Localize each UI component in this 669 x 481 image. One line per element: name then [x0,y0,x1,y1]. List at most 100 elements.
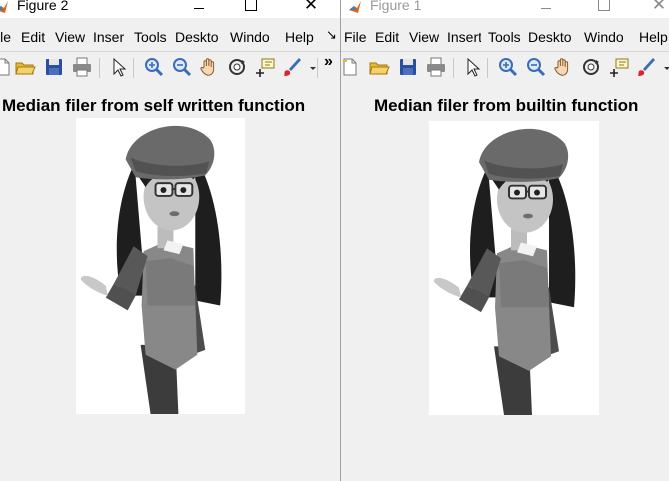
window-title: Figure 2 [17,0,69,13]
save-icon [46,59,62,75]
brush-dropdown[interactable] [302,56,316,78]
minimize-icon [541,8,551,9]
maximize-button[interactable] [589,0,619,16]
window-title: Figure 1 [370,0,422,13]
dropdown-arrow-icon [664,67,669,70]
rotate-3d-icon [583,59,599,75]
menu-divider [341,51,669,52]
menu-tools[interactable]: Tools [134,29,167,45]
menu-window[interactable]: Windo [584,29,624,45]
zoom-in-button[interactable] [143,56,165,78]
rotate-3d-icon [229,59,245,75]
toolbar-separator [99,58,100,78]
filtered-image [76,118,245,414]
data-cursor-button[interactable] [254,56,276,78]
rotate-3d-button[interactable] [226,56,248,78]
pointer-button[interactable] [108,56,130,78]
dropdown-arrow-icon [310,67,316,70]
menu-desktop[interactable]: Deskto [175,29,219,45]
print-icon [73,57,91,77]
pointer-icon [467,57,481,77]
title-bar[interactable]: Figure 2 ✕ [0,0,340,18]
maximize-icon [245,0,257,11]
filtered-image [429,121,599,415]
zoom-in-icon [499,58,518,77]
menu-help[interactable]: Help [639,29,668,45]
menu-tools[interactable]: Tools [488,29,522,45]
menu-edit[interactable]: Edit [21,29,45,45]
save-icon [400,59,416,75]
menu-insert[interactable]: Inser [93,29,124,45]
toolbar-separator [317,58,318,78]
title-bar[interactable]: Figure 1 ✕ [341,0,669,18]
menu-insert[interactable]: Insert [447,29,481,45]
axes-title: Median filer from builtin function [374,96,639,115]
zoom-in-icon [145,58,164,77]
zoom-out-icon [527,58,546,77]
figure-toolbar [341,56,669,82]
toolbar-overflow-icon[interactable]: » [324,53,333,71]
pan-button[interactable] [552,56,574,78]
maximize-icon [598,0,610,11]
menu-window[interactable]: Windo [230,29,270,45]
print-button[interactable] [425,56,447,78]
rotate-3d-button[interactable] [580,56,602,78]
save-button[interactable] [397,56,419,78]
menu-file[interactable]: File [344,29,367,45]
menu-edit[interactable]: Edit [375,29,399,45]
close-button[interactable]: ✕ [296,0,326,16]
menu-view[interactable]: View [409,29,439,45]
data-cursor-icon [610,58,629,77]
pointer-icon [113,57,127,77]
new-figure-icon [0,58,10,76]
toolbar-separator [487,58,488,78]
pan-hand-icon [554,58,569,76]
minimize-button[interactable] [184,0,214,16]
menu-view[interactable]: View [55,29,85,45]
zoom-out-button[interactable] [525,56,547,78]
toolbar-separator [453,58,454,78]
pan-hand-icon [200,58,215,76]
figure-2-window: Figure 2 ✕ ile Edit View Inser Tools Des… [0,0,341,481]
menu-help[interactable]: Help [285,29,314,45]
save-button[interactable] [43,56,65,78]
menu-bar: ile Edit View Inser Tools Deskto Windo H… [0,26,340,48]
minimize-button[interactable] [531,0,561,16]
cartoon-girl-image [429,121,599,415]
zoom-in-button[interactable] [497,56,519,78]
brush-dropdown[interactable] [656,56,669,78]
pan-button[interactable] [198,56,220,78]
brush-icon [284,58,301,76]
print-icon [427,57,445,77]
data-cursor-button[interactable] [608,56,630,78]
data-cursor-icon [256,58,275,77]
open-button[interactable] [368,56,390,78]
zoom-out-icon [173,58,192,77]
cartoon-girl-image [76,118,245,414]
figure-1-window: Figure 1 ✕ File Edit View Insert Tools D… [341,0,669,481]
minimize-icon [194,8,204,9]
zoom-out-button[interactable] [171,56,193,78]
new-figure-button[interactable] [341,56,361,78]
brush-icon [638,58,655,76]
brush-button[interactable] [635,56,657,78]
open-button[interactable] [14,56,36,78]
print-button[interactable] [71,56,93,78]
new-figure-button[interactable] [0,56,14,78]
close-button[interactable]: ✕ [644,0,669,16]
menu-desktop[interactable]: Deskto [528,29,572,45]
open-folder-icon [369,62,390,75]
new-figure-icon [343,58,357,76]
menu-divider [0,51,340,52]
figure-toolbar: » [0,53,340,82]
pointer-button[interactable] [462,56,484,78]
brush-button[interactable] [281,56,303,78]
toolbar-separator [133,58,134,78]
menu-file[interactable]: ile [0,29,11,45]
menu-bar: File Edit View Insert Tools Deskto Windo… [341,26,669,48]
close-icon: ✕ [651,0,667,14]
dock-arrow-icon[interactable]: ↘ [326,27,337,43]
maximize-button[interactable] [236,0,266,16]
matlab-icon [0,1,8,13]
open-folder-icon [15,62,36,75]
